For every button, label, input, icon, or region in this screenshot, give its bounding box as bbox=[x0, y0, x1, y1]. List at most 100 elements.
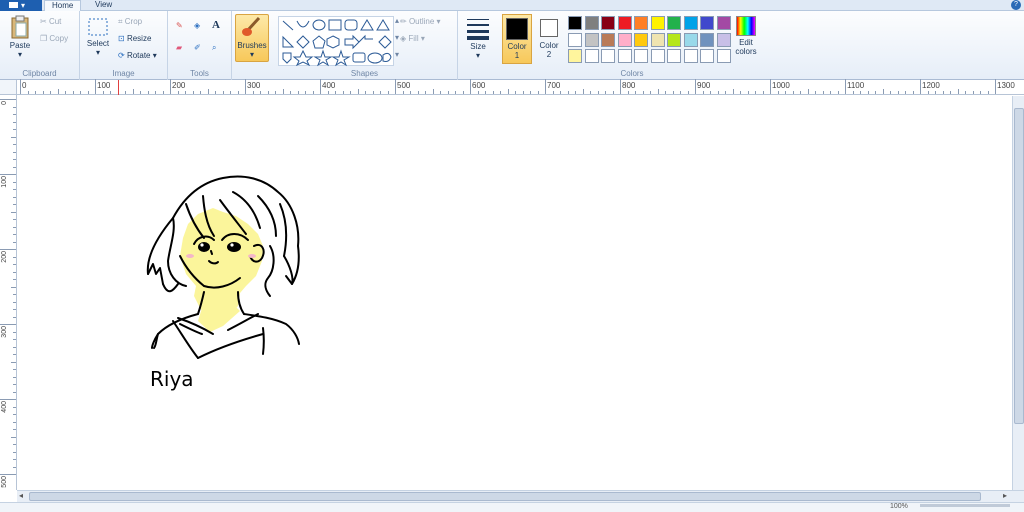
edit-colors-icon bbox=[736, 16, 756, 36]
size-button[interactable]: Size ▾ bbox=[462, 16, 494, 60]
palette-swatch[interactable] bbox=[634, 16, 648, 30]
ruler-tick bbox=[785, 91, 786, 94]
ruler-tick bbox=[770, 79, 771, 94]
crop-button[interactable]: ⌗ Crop bbox=[118, 17, 142, 27]
copy-button[interactable]: ❐ Copy bbox=[40, 34, 68, 43]
select-button[interactable]: Select ▾ bbox=[84, 17, 112, 57]
ruler-tick bbox=[605, 91, 606, 94]
palette-swatch[interactable] bbox=[650, 16, 665, 30]
palette-swatch[interactable] bbox=[700, 16, 714, 30]
fill-button[interactable]: ◈ Fill ▾ bbox=[400, 34, 425, 43]
drawing-canvas[interactable]: Riya bbox=[18, 96, 1012, 490]
palette-swatch[interactable] bbox=[617, 16, 632, 30]
cut-label: Cut bbox=[48, 17, 62, 26]
palette-swatch[interactable] bbox=[683, 32, 698, 47]
palette-swatch[interactable] bbox=[601, 32, 615, 47]
palette-swatch[interactable] bbox=[617, 49, 632, 63]
horizontal-scrollbar[interactable]: ◂ ▸ bbox=[17, 490, 1024, 502]
crop-icon: ⌗ bbox=[118, 17, 123, 26]
select-icon bbox=[88, 18, 108, 36]
palette-swatch[interactable] bbox=[634, 49, 648, 63]
resize-button[interactable]: ⊡ Resize bbox=[118, 34, 151, 43]
ruler-tick bbox=[972, 91, 974, 94]
palette-swatch[interactable] bbox=[584, 32, 599, 47]
paste-button[interactable]: Paste ▾ bbox=[6, 15, 34, 59]
file-menu-button[interactable]: ▾ bbox=[0, 0, 42, 11]
help-icon[interactable]: ? bbox=[1011, 0, 1021, 10]
eraser-icon[interactable]: ▰ bbox=[176, 43, 182, 52]
palette-swatch[interactable] bbox=[716, 49, 731, 63]
palette-swatch[interactable] bbox=[650, 32, 665, 47]
cut-button[interactable]: ✂ Cut bbox=[40, 17, 61, 26]
ruler-tick bbox=[252, 91, 254, 94]
shapes-gallery[interactable] bbox=[278, 16, 394, 67]
ruler-tick bbox=[402, 91, 404, 94]
palette-swatch[interactable] bbox=[650, 49, 665, 63]
palette-swatch[interactable] bbox=[568, 16, 582, 30]
horizontal-scroll-thumb[interactable] bbox=[29, 492, 981, 501]
vertical-scroll-thumb[interactable] bbox=[1014, 108, 1024, 424]
ruler-label: 300 bbox=[1, 326, 8, 338]
ruler-tick bbox=[455, 91, 456, 94]
outline-button[interactable]: ✏ Outline ▾ bbox=[400, 17, 441, 26]
palette-swatch[interactable] bbox=[617, 32, 632, 47]
palette-swatch[interactable] bbox=[700, 32, 714, 47]
palette-swatch[interactable] bbox=[667, 16, 681, 30]
shapes-expand-icon[interactable]: ▾ bbox=[395, 50, 399, 59]
palette-swatch[interactable] bbox=[716, 32, 731, 47]
text-tool-icon[interactable]: A bbox=[212, 19, 220, 31]
palette-swatch[interactable] bbox=[667, 32, 681, 47]
scissors-icon: ✂ bbox=[40, 17, 47, 27]
scroll-left-arrow-icon[interactable]: ◂ bbox=[19, 491, 23, 500]
tab-view[interactable]: View bbox=[88, 0, 119, 11]
palette-swatch[interactable] bbox=[700, 49, 714, 63]
ribbon: Paste ▾ ✂ Cut ❐ Copy Clipboard Select ▾ … bbox=[0, 11, 1024, 80]
ruler-tick bbox=[492, 91, 494, 94]
ruler-tick bbox=[13, 159, 16, 160]
ruler-tick bbox=[13, 106, 16, 108]
palette-swatch[interactable] bbox=[601, 49, 615, 63]
shapes-scroll-up-icon[interactable]: ▴ bbox=[395, 16, 399, 25]
palette-swatch[interactable] bbox=[584, 49, 599, 63]
ruler-tick bbox=[672, 91, 674, 94]
palette-swatch[interactable] bbox=[568, 32, 582, 47]
ruler-tick bbox=[215, 91, 216, 94]
color2-button[interactable]: Color 2 bbox=[534, 14, 564, 64]
palette-swatch[interactable] bbox=[568, 49, 582, 63]
shirt-fold bbox=[262, 327, 265, 355]
rotate-button[interactable]: ⟳ Rotate ▾ bbox=[118, 51, 157, 60]
magnifier-icon[interactable]: ⌕ bbox=[212, 43, 216, 53]
palette-swatch[interactable] bbox=[634, 32, 648, 47]
ruler-tick bbox=[0, 99, 16, 100]
color-picker-icon[interactable]: ✐ bbox=[194, 43, 201, 52]
fill-bucket-icon[interactable]: ◈ bbox=[194, 21, 200, 30]
size-group: Size ▾ bbox=[458, 11, 498, 80]
tab-home[interactable]: Home bbox=[44, 0, 82, 11]
palette-swatch[interactable] bbox=[716, 16, 731, 30]
ruler-tick bbox=[200, 91, 201, 94]
ruler-label: 0 bbox=[22, 81, 27, 90]
edit-colors-button[interactable]: Edit colors bbox=[730, 16, 762, 56]
pencil-icon[interactable]: ✎ bbox=[176, 21, 183, 30]
palette-swatch[interactable] bbox=[667, 49, 681, 63]
ruler-tick bbox=[372, 91, 374, 94]
ruler-tick bbox=[650, 91, 651, 94]
status-bar: 100% bbox=[0, 502, 1024, 512]
zoom-slider[interactable] bbox=[920, 504, 1010, 507]
vertical-scrollbar[interactable] bbox=[1012, 96, 1024, 490]
shapes-scroll-down-icon[interactable]: ▾ bbox=[395, 33, 399, 42]
color1-button[interactable]: Color 1 bbox=[502, 14, 532, 64]
ribbon-tab-bar: ▾ Home View ? bbox=[0, 0, 1024, 11]
palette-swatch[interactable] bbox=[584, 16, 599, 30]
palette-swatch[interactable] bbox=[601, 16, 615, 30]
tab-home-label: Home bbox=[52, 1, 74, 10]
ruler-tick bbox=[852, 91, 854, 94]
palette-swatch[interactable] bbox=[683, 16, 698, 30]
color1-label: Color bbox=[507, 42, 527, 51]
palette-swatch[interactable] bbox=[683, 49, 698, 63]
scroll-right-arrow-icon[interactable]: ▸ bbox=[1003, 491, 1007, 500]
brushes-label: Brushes bbox=[237, 41, 267, 50]
ruler-tick bbox=[13, 271, 16, 273]
brushes-button[interactable]: Brushes ▾ bbox=[235, 14, 269, 62]
ruler-tick bbox=[312, 91, 314, 94]
